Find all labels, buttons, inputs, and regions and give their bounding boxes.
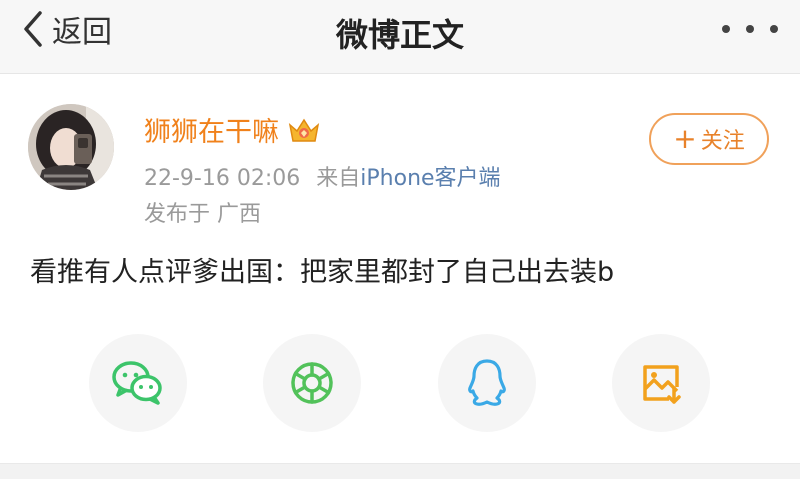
source-link[interactable]: iPhone客户端 <box>360 166 500 191</box>
page-title: 微博正文 <box>335 16 464 54</box>
plus-icon: + <box>673 122 697 155</box>
bottom-divider <box>0 463 800 479</box>
wechat-icon <box>112 361 162 405</box>
moments-icon <box>291 362 333 404</box>
more-options-button[interactable] <box>722 14 778 44</box>
post-location: 发布于 广西 <box>144 202 261 227</box>
share-qq-button[interactable] <box>438 334 536 432</box>
source-prefix: 来自 <box>316 166 361 191</box>
vip-crown-icon <box>288 118 320 142</box>
more-dot-icon <box>770 25 778 33</box>
more-dot-icon <box>746 25 754 33</box>
share-moments-button[interactable] <box>263 334 361 432</box>
top-nav-bar: 返回 微博正文 <box>0 0 800 74</box>
avatar-image <box>28 104 114 190</box>
post-date: 22-9-16 02:06 <box>144 166 301 191</box>
qq-icon <box>468 359 506 406</box>
avatar[interactable] <box>28 104 114 190</box>
username[interactable]: 狮狮在干嘛 <box>144 110 279 149</box>
username-row: 狮狮在干嘛 <box>144 110 321 149</box>
post-meta: 22-9-16 02:06 来自iPhone客户端 <box>144 160 501 192</box>
save-image-icon <box>643 365 681 404</box>
follow-button[interactable]: + 关注 <box>649 113 769 165</box>
more-dot-icon <box>722 25 730 33</box>
follow-label: 关注 <box>700 129 745 154</box>
share-wechat-button[interactable] <box>89 334 187 432</box>
post-body-text: 看推有人点评爹出国：把家里都封了自己出去装b <box>30 257 615 288</box>
save-image-button[interactable] <box>612 334 710 432</box>
